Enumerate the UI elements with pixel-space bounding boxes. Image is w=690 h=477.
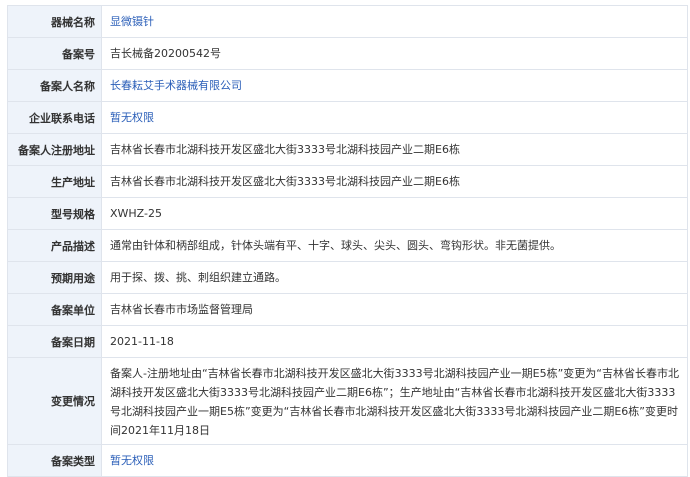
label-contact-phone: 企业联系电话	[8, 102, 102, 133]
label-intended-use: 预期用途	[8, 262, 102, 293]
contact-phone-link[interactable]: 暂无权限	[110, 108, 154, 127]
label-product-description: 产品描述	[8, 230, 102, 261]
record-detail-table: 器械名称 显微镊针 备案号 吉长械备20200542号 备案人名称 长春耘艾手术…	[7, 5, 688, 477]
value-record-type: 暂无权限	[102, 445, 688, 476]
label-model-spec: 型号规格	[8, 198, 102, 229]
label-record-number: 备案号	[8, 38, 102, 69]
label-device-name: 器械名称	[8, 6, 102, 37]
value-device-name: 显微镊针	[102, 6, 688, 37]
value-registered-address: 吉林省长春市北湖科技开发区盛北大街3333号北湖科技园产业二期E6栋	[102, 134, 688, 165]
row-record-type: 备案类型 暂无权限	[8, 445, 688, 477]
label-record-authority: 备案单位	[8, 294, 102, 325]
row-registrant-name: 备案人名称 长春耘艾手术器械有限公司	[8, 70, 688, 102]
value-model-spec: XWHZ-25	[102, 198, 688, 229]
row-contact-phone: 企业联系电话 暂无权限	[8, 102, 688, 134]
device-name-link[interactable]: 显微镊针	[110, 12, 154, 31]
value-record-authority: 吉林省长春市市场监督管理局	[102, 294, 688, 325]
value-change-history: 备案人-注册地址由“吉林省长春市北湖科技开发区盛北大街3333号北湖科技园产业一…	[102, 358, 688, 444]
value-intended-use: 用于探、拨、挑、刺组织建立通路。	[102, 262, 688, 293]
row-registered-address: 备案人注册地址 吉林省长春市北湖科技开发区盛北大街3333号北湖科技园产业二期E…	[8, 134, 688, 166]
value-product-description: 通常由针体和柄部组成，针体头端有平、十字、球头、尖头、圆头、弯钩形状。非无菌提供…	[102, 230, 688, 261]
label-production-address: 生产地址	[8, 166, 102, 197]
record-type-link[interactable]: 暂无权限	[110, 451, 154, 470]
value-record-number: 吉长械备20200542号	[102, 38, 688, 69]
row-intended-use: 预期用途 用于探、拨、挑、刺组织建立通路。	[8, 262, 688, 294]
row-change-history: 变更情况 备案人-注册地址由“吉林省长春市北湖科技开发区盛北大街3333号北湖科…	[8, 358, 688, 445]
label-change-history: 变更情况	[8, 358, 102, 444]
row-production-address: 生产地址 吉林省长春市北湖科技开发区盛北大街3333号北湖科技园产业二期E6栋	[8, 166, 688, 198]
row-device-name: 器械名称 显微镊针	[8, 6, 688, 38]
row-record-authority: 备案单位 吉林省长春市市场监督管理局	[8, 294, 688, 326]
value-registrant-name: 长春耘艾手术器械有限公司	[102, 70, 688, 101]
value-production-address: 吉林省长春市北湖科技开发区盛北大街3333号北湖科技园产业二期E6栋	[102, 166, 688, 197]
label-registered-address: 备案人注册地址	[8, 134, 102, 165]
row-record-number: 备案号 吉长械备20200542号	[8, 38, 688, 70]
label-record-date: 备案日期	[8, 326, 102, 357]
value-contact-phone: 暂无权限	[102, 102, 688, 133]
row-model-spec: 型号规格 XWHZ-25	[8, 198, 688, 230]
row-record-date: 备案日期 2021-11-18	[8, 326, 688, 358]
row-product-description: 产品描述 通常由针体和柄部组成，针体头端有平、十字、球头、尖头、圆头、弯钩形状。…	[8, 230, 688, 262]
registrant-name-link[interactable]: 长春耘艾手术器械有限公司	[110, 76, 242, 95]
value-record-date: 2021-11-18	[102, 326, 688, 357]
label-registrant-name: 备案人名称	[8, 70, 102, 101]
label-record-type: 备案类型	[8, 445, 102, 476]
